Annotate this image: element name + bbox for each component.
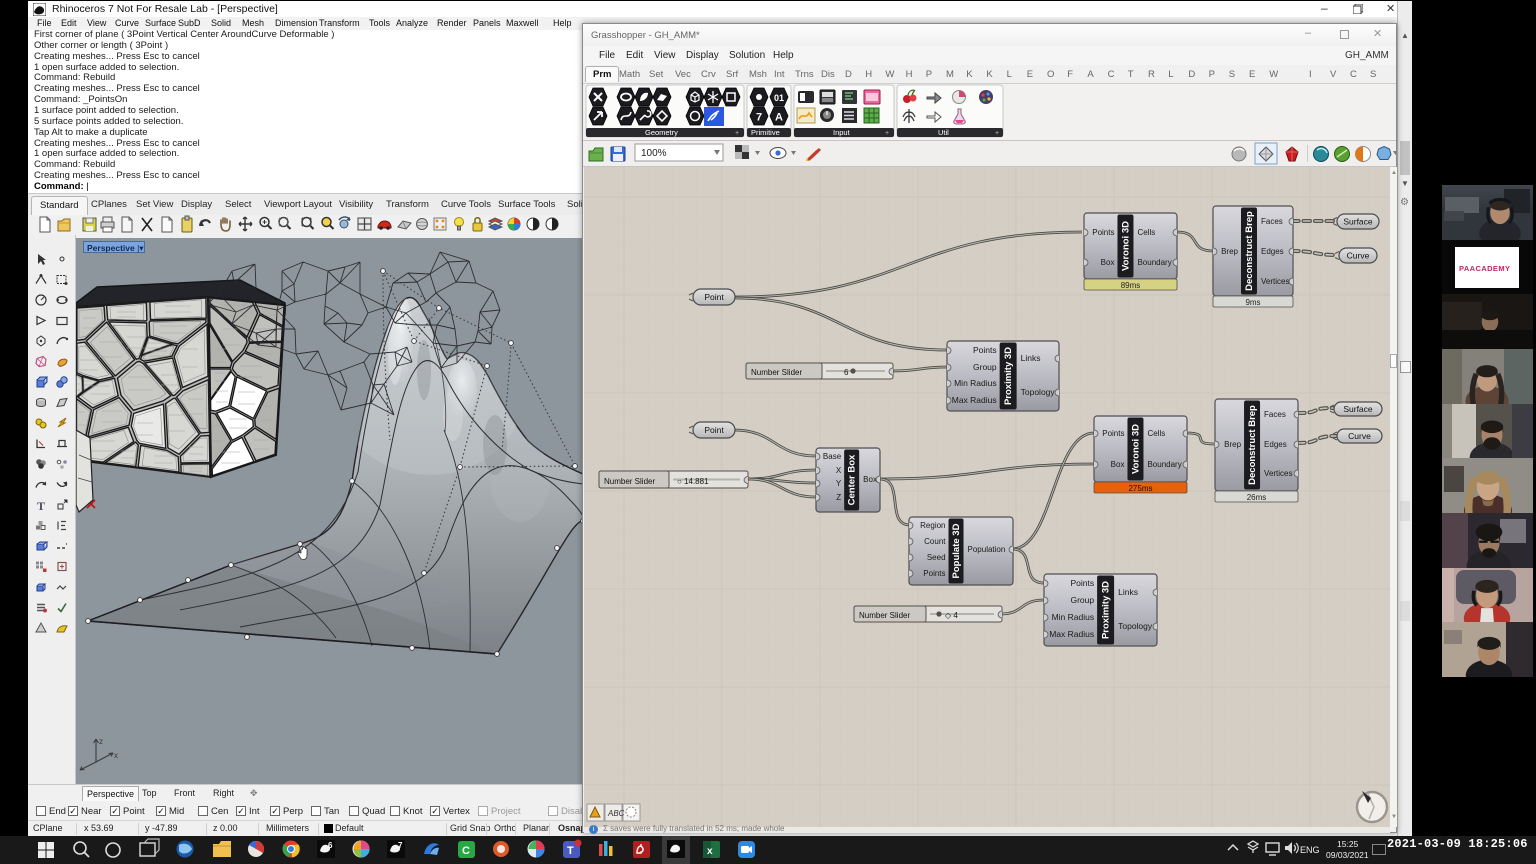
svg-text:6: 6 — [844, 368, 849, 377]
svg-text:Box: Box — [1101, 258, 1115, 267]
svg-text:T: T — [567, 845, 574, 857]
svg-text:Min Radius: Min Radius — [1052, 612, 1095, 622]
svg-text:Center Box: Center Box — [847, 454, 858, 505]
svg-text:Group: Group — [1070, 595, 1094, 605]
svg-text:Voronoi 3D: Voronoi 3D — [1130, 424, 1141, 474]
svg-text:Curve: Curve — [1348, 431, 1371, 441]
svg-text:Number Slider: Number Slider — [859, 611, 910, 620]
svg-text:T: T — [37, 499, 45, 513]
svg-text:Proximity 3D: Proximity 3D — [1003, 347, 1014, 405]
svg-text:Faces: Faces — [1261, 217, 1283, 226]
svg-text:01: 01 — [774, 93, 784, 103]
svg-text:Points: Points — [1102, 429, 1124, 438]
svg-text:Count: Count — [924, 537, 946, 546]
svg-text:Edges: Edges — [1261, 247, 1284, 256]
svg-text:Group: Group — [973, 362, 997, 372]
svg-text:Vertices: Vertices — [1261, 277, 1289, 286]
svg-text:Points: Points — [1070, 578, 1094, 588]
svg-text:Region: Region — [920, 521, 945, 530]
svg-text:Points: Points — [1092, 228, 1114, 237]
svg-text:100%: 100% — [641, 148, 667, 159]
svg-text:Number Slider: Number Slider — [751, 368, 802, 377]
svg-text:89ms: 89ms — [1121, 281, 1141, 290]
svg-text:X: X — [836, 466, 842, 475]
svg-text:Cells: Cells — [1137, 228, 1155, 237]
svg-text:7: 7 — [756, 112, 762, 124]
svg-text:Min Radius: Min Radius — [954, 378, 997, 388]
svg-text:Geometry: Geometry — [645, 128, 678, 137]
svg-text:◇ 4: ◇ 4 — [945, 611, 958, 620]
svg-text:z: z — [99, 737, 103, 746]
svg-text:○ 14.881: ○ 14.881 — [677, 477, 709, 486]
svg-text:Voronoi 3D: Voronoi 3D — [1120, 221, 1131, 271]
svg-text:Seed: Seed — [927, 553, 946, 562]
svg-text:Boundary: Boundary — [1147, 460, 1181, 469]
svg-text:Population: Population — [968, 545, 1006, 554]
svg-text:x: x — [114, 751, 118, 760]
svg-text:Points: Points — [923, 569, 945, 578]
svg-text:Vertices: Vertices — [1264, 469, 1292, 478]
svg-text:Box: Box — [863, 475, 877, 484]
svg-text:Curve: Curve — [1347, 251, 1370, 261]
svg-text:A: A — [775, 112, 783, 124]
svg-text:Max Radius: Max Radius — [952, 395, 997, 405]
svg-text:x: x — [707, 846, 713, 857]
svg-text:Brep: Brep — [1221, 247, 1238, 256]
svg-text:Points: Points — [973, 345, 997, 355]
svg-text:Z: Z — [836, 493, 841, 502]
svg-text:Point: Point — [704, 292, 724, 302]
svg-text:Deconstruct Brep: Deconstruct Brep — [1244, 211, 1255, 291]
svg-text:Cells: Cells — [1147, 429, 1165, 438]
svg-text:Topology: Topology — [1118, 621, 1153, 631]
svg-text:6: 6 — [328, 841, 333, 850]
svg-text:Util: Util — [938, 128, 949, 137]
svg-text:Surface: Surface — [1343, 404, 1373, 414]
svg-text:Edges: Edges — [1264, 440, 1287, 449]
svg-text:7: 7 — [398, 841, 403, 850]
svg-text:Brep: Brep — [1224, 440, 1241, 449]
svg-text:Boundary: Boundary — [1137, 258, 1171, 267]
svg-text:Populate 3D: Populate 3D — [951, 523, 962, 578]
svg-text:Links: Links — [1021, 353, 1041, 363]
svg-text:9ms: 9ms — [1245, 298, 1260, 307]
svg-text:Topology: Topology — [1021, 387, 1056, 397]
svg-text:275ms: 275ms — [1128, 484, 1152, 493]
svg-text:C: C — [462, 845, 470, 857]
svg-text:Primitive: Primitive — [751, 128, 780, 137]
svg-text:Deconstruct Brep: Deconstruct Brep — [1247, 405, 1258, 485]
svg-text:Links: Links — [1118, 587, 1138, 597]
svg-text:Point: Point — [704, 425, 724, 435]
svg-text:+: + — [885, 130, 889, 137]
svg-text:Input: Input — [833, 128, 851, 137]
svg-text:Max Radius: Max Radius — [1049, 629, 1094, 639]
svg-text:+: + — [735, 130, 739, 137]
svg-text:Faces: Faces — [1264, 410, 1286, 419]
svg-text:Number Slider: Number Slider — [604, 477, 655, 486]
svg-text:Y: Y — [836, 479, 842, 488]
svg-text:Box: Box — [1111, 460, 1125, 469]
svg-text:Surface: Surface — [1343, 217, 1373, 227]
svg-text:+: + — [995, 130, 999, 137]
svg-text:ABC: ABC — [607, 809, 625, 818]
svg-text:Base: Base — [823, 452, 842, 461]
svg-text:Proximity 3D: Proximity 3D — [1101, 581, 1112, 639]
svg-text:26ms: 26ms — [1247, 493, 1267, 502]
